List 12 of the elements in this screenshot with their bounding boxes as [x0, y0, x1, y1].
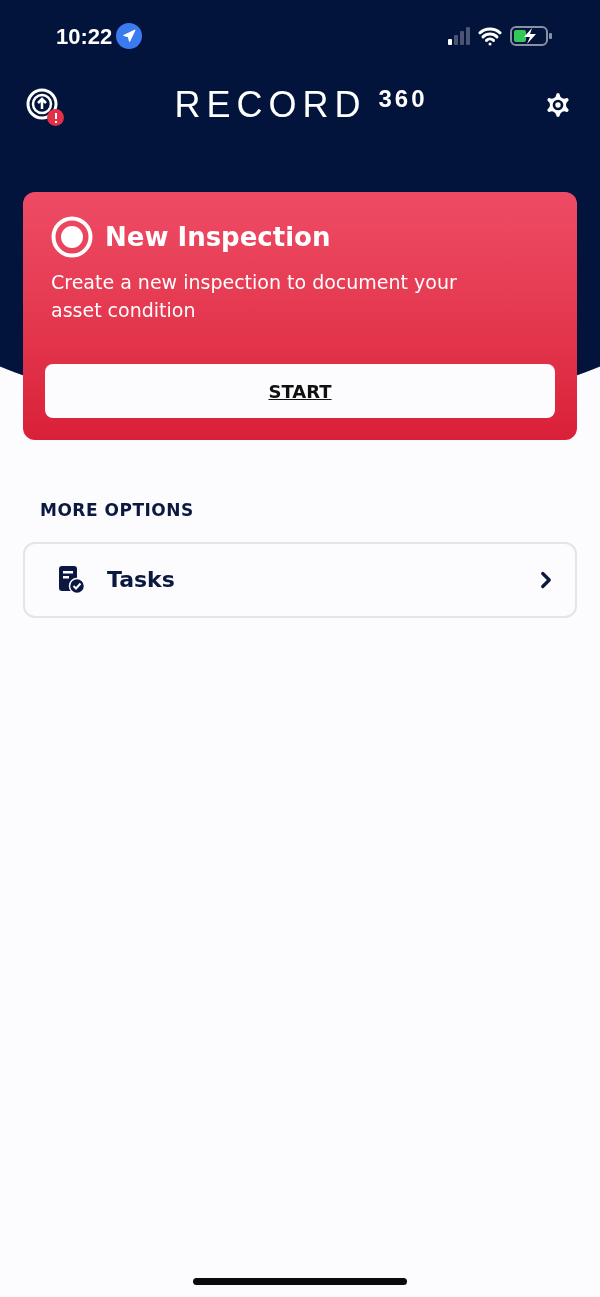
status-time: 10:22 [56, 22, 113, 51]
logo-text: RECORD [174, 87, 367, 123]
card-description: Create a new inspection to document your asset condition [50, 270, 458, 323]
section-heading: MORE OPTIONS [40, 499, 195, 522]
tasks-item[interactable]: Tasks [23, 541, 577, 618]
task-document-icon [59, 565, 85, 594]
start-button[interactable]: START [45, 364, 555, 418]
card-title: New Inspection [105, 220, 331, 254]
logo-number: 360 [378, 87, 428, 111]
battery-charging-icon [510, 25, 554, 47]
signal-icon [448, 27, 470, 45]
record-icon [51, 216, 93, 258]
